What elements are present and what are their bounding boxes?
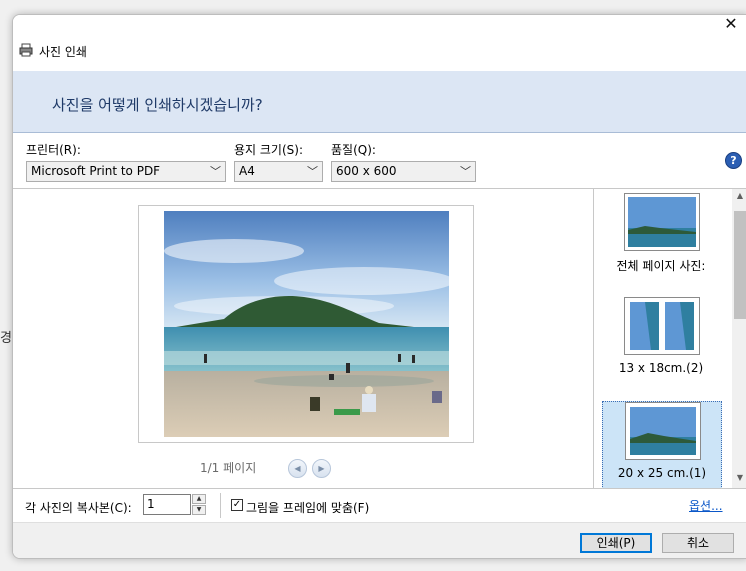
beach-photo [164, 211, 449, 437]
copies-input[interactable]: 1 [143, 494, 191, 515]
close-button[interactable]: ✕ [719, 15, 743, 35]
13x18-thumbnail [624, 297, 700, 355]
separator [220, 493, 221, 518]
layout-scrollbar[interactable]: ▲ ▼ [732, 189, 746, 489]
next-page-button[interactable]: ▶ [312, 459, 331, 478]
close-icon: ✕ [724, 14, 738, 33]
window-title: 사진 인쇄 [39, 45, 87, 59]
checkmark-icon: ✓ [232, 499, 242, 510]
header-band: 사진을 어떻게 인쇄하시겠습니까? [13, 71, 746, 133]
20x25-thumbnail [625, 402, 701, 460]
print-pictures-dialog: 사진 인쇄 ✕ 사진을 어떻게 인쇄하시겠습니까? 프린터(R): Micros… [12, 14, 746, 559]
layout-label: 13 x 18cm.(2) [618, 361, 704, 375]
quality-select[interactable]: 600 x 600 ﹀ [331, 161, 476, 182]
options-bar: 각 사진의 복사본(C): 1 ▲ ▼ ✓ 그림을 프레임에 맞춤(F) 옵션.… [13, 488, 746, 523]
background-text: 경 [0, 331, 12, 346]
paper-size-value: A4 [239, 164, 255, 178]
copies-stepper: ▲ ▼ [192, 494, 206, 515]
footer: 인쇄(P) 취소 [13, 522, 746, 558]
quality-value: 600 x 600 [336, 164, 397, 178]
header-question: 사진을 어떻게 인쇄하시겠습니까? [52, 96, 263, 114]
fit-to-frame-checkbox[interactable]: ✓ [231, 499, 243, 511]
layout-label: 전체 페이지 사진: [616, 259, 706, 273]
layout-item-13x18[interactable]: 13 x 18cm.(2) [602, 297, 720, 385]
scroll-thumb[interactable] [734, 211, 746, 319]
scroll-up-icon[interactable]: ▲ [732, 191, 746, 205]
arrow-right-icon: ▶ [318, 464, 325, 473]
quality-label: 품질(Q): [331, 143, 376, 157]
scroll-down-icon[interactable]: ▼ [732, 473, 746, 487]
full-page-thumbnail [624, 193, 700, 251]
page-indicator: 1/1 페이지 [200, 461, 257, 475]
layout-item-full-page[interactable]: 전체 페이지 사진: [602, 193, 720, 281]
title-bar: 사진 인쇄 ✕ [13, 15, 746, 71]
help-icon[interactable]: ? [725, 152, 742, 169]
cancel-button[interactable]: 취소 [662, 533, 734, 553]
arrow-left-icon: ◀ [294, 464, 301, 473]
fit-to-frame-label[interactable]: 그림을 프레임에 맞춤(F) [246, 499, 369, 516]
decrement-icon[interactable]: ▼ [192, 505, 206, 515]
paper-size-select[interactable]: A4 ﹀ [234, 161, 323, 182]
previous-page-button[interactable]: ◀ [288, 459, 307, 478]
printer-value: Microsoft Print to PDF [31, 164, 161, 178]
page-preview [138, 205, 474, 443]
layout-list: 전체 페이지 사진: 13 x 18cm.(2) 20 x 25 cm.(1) … [593, 188, 746, 491]
layout-label: 20 x 25 cm.(1) [617, 466, 707, 480]
layout-item-20x25[interactable]: 20 x 25 cm.(1) [602, 401, 722, 491]
printer-select[interactable]: Microsoft Print to PDF ﹀ [26, 161, 226, 182]
chevron-down-icon: ﹀ [460, 165, 471, 178]
printer-label: 프린터(R): [26, 143, 81, 157]
chevron-down-icon: ﹀ [307, 165, 318, 178]
print-button[interactable]: 인쇄(P) [580, 533, 652, 553]
chevron-down-icon: ﹀ [210, 165, 221, 178]
preview-area: 1/1 페이지 ◀ ▶ [13, 188, 593, 489]
increment-icon[interactable]: ▲ [192, 494, 206, 504]
paper-size-label: 용지 크기(S): [234, 143, 303, 157]
copies-label: 각 사진의 복사본(C): [25, 501, 132, 515]
options-link[interactable]: 옵션... [689, 497, 723, 514]
printer-icon [19, 43, 33, 57]
